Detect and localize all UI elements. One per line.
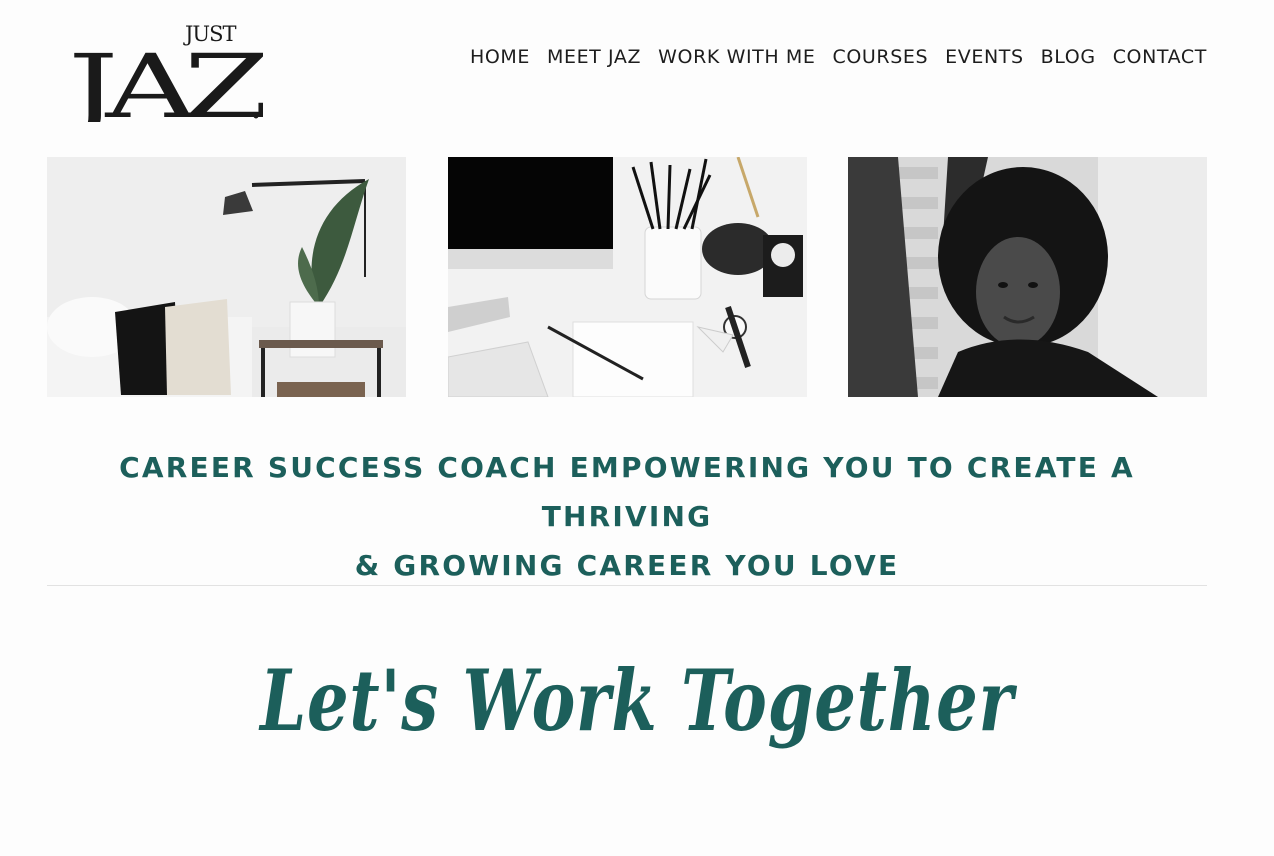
just-jaz-logo[interactable]: JUST JAZ	[68, 22, 263, 122]
section-divider	[47, 585, 1207, 586]
nav-blog[interactable]: BLOG	[1041, 44, 1096, 70]
nav-meet-jaz[interactable]: MEET JAZ	[547, 44, 641, 70]
living-room-photo	[47, 157, 406, 397]
nav-courses[interactable]: COURSES	[833, 44, 929, 70]
nav-contact[interactable]: CONTACT	[1113, 44, 1207, 70]
hero-tagline: CAREER SUCCESS COACH EMPOWERING YOU TO C…	[47, 443, 1207, 590]
nav-home[interactable]: HOME	[470, 44, 530, 70]
nav-events[interactable]: EVENTS	[945, 44, 1024, 70]
nav-work-with-me[interactable]: WORK WITH ME	[658, 44, 815, 70]
tagline-line-1: CAREER SUCCESS COACH EMPOWERING YOU TO C…	[119, 451, 1135, 533]
desk-workspace-photo	[447, 157, 807, 397]
main-navigation: HOME MEET JAZ WORK WITH ME COURSES EVENT…	[470, 44, 1207, 70]
photo-gallery	[47, 157, 1207, 397]
script-heading: Let's Work Together	[260, 651, 1014, 750]
logo-wordmark: JUST JAZ	[68, 22, 263, 122]
tagline-line-2: & GROWING CAREER YOU LOVE	[354, 549, 900, 582]
svg-text:JAZ: JAZ	[68, 35, 263, 122]
portrait-photo	[848, 157, 1207, 397]
